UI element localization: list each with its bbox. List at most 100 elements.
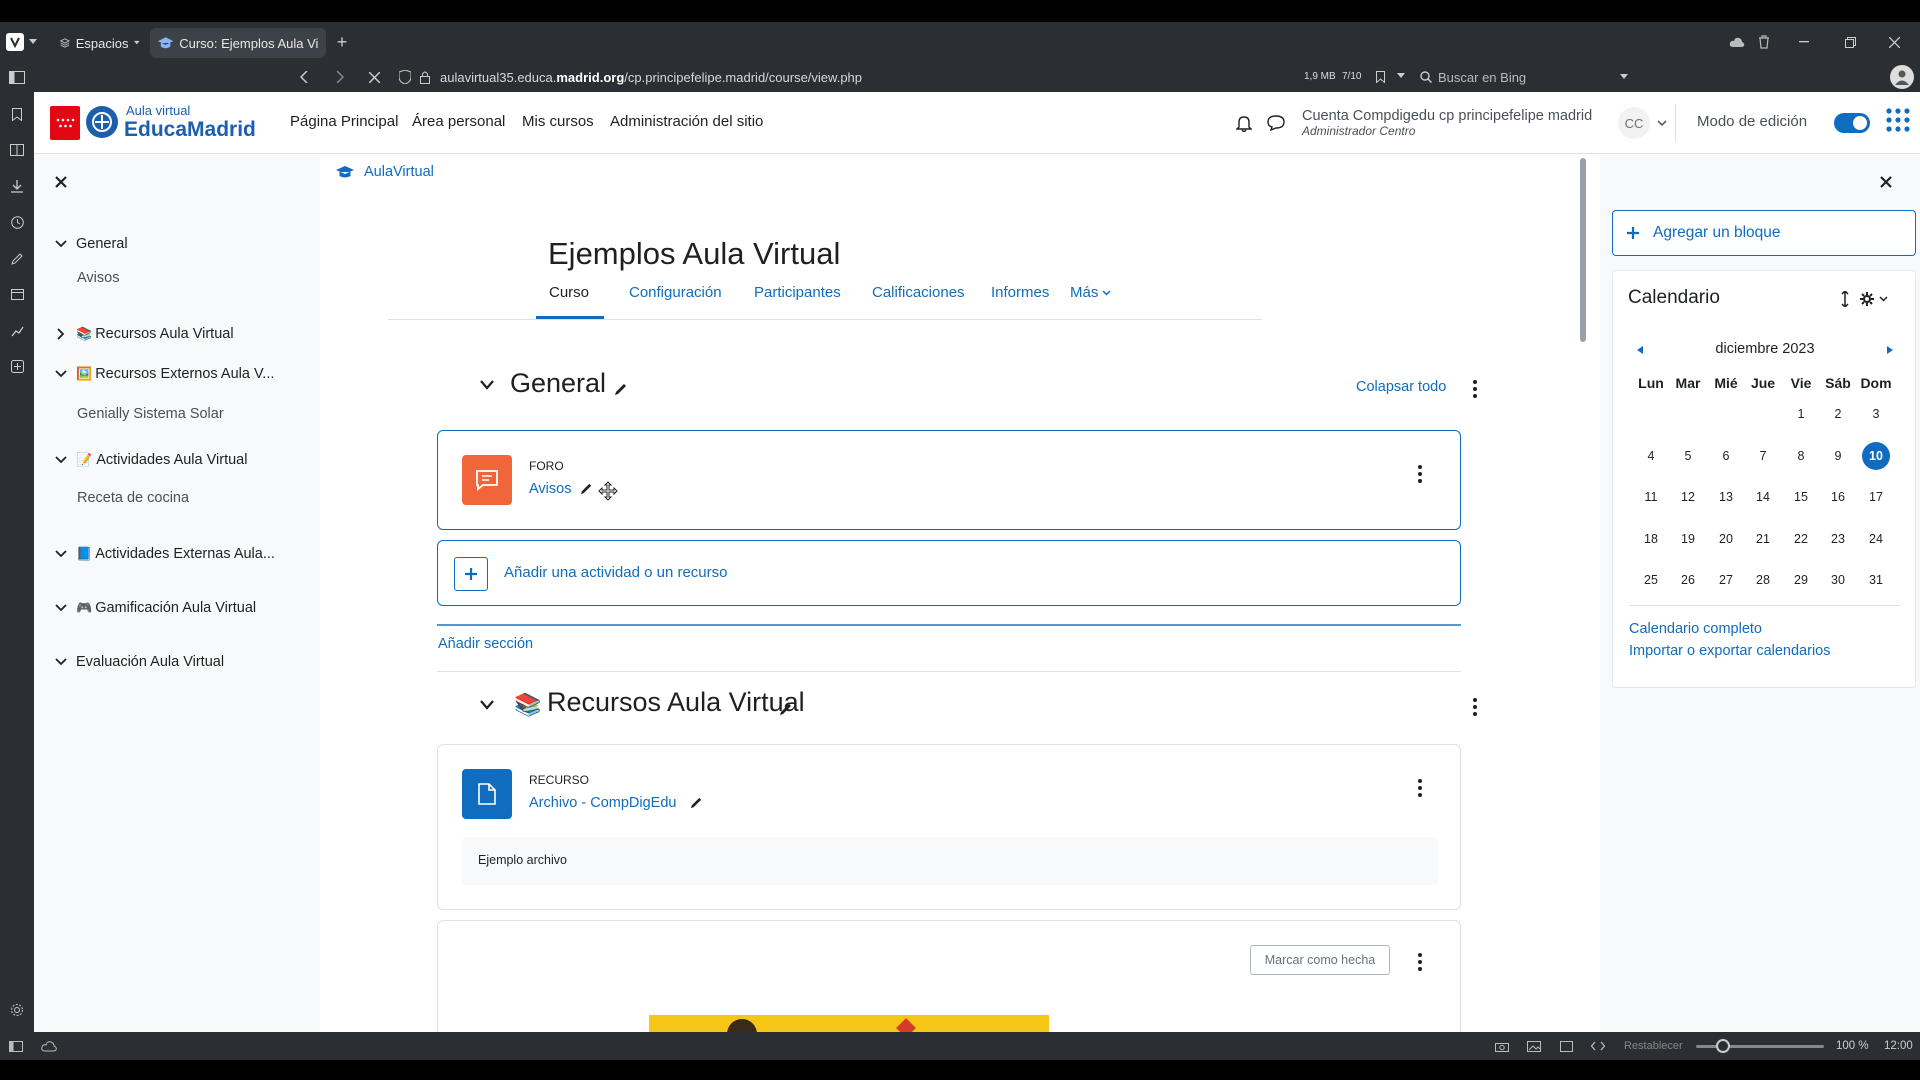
bookmark-icon[interactable]: [1374, 69, 1386, 85]
minimize-icon[interactable]: [1796, 34, 1812, 50]
import-export-calendars-link[interactable]: Importar o exportar calendarios: [1629, 643, 1831, 659]
move-cursor-icon[interactable]: [598, 481, 618, 501]
close-block-drawer-icon[interactable]: [1880, 176, 1892, 188]
calendar-day-today[interactable]: 10: [1862, 442, 1890, 470]
close-window-icon[interactable]: [1886, 34, 1902, 50]
calendar-day[interactable]: 25: [1633, 573, 1669, 587]
section-menu-kebab-icon[interactable]: [1472, 380, 1478, 398]
nav-site-admin-link[interactable]: Administración del sitio: [610, 113, 763, 130]
edit-pencil-icon[interactable]: [614, 382, 628, 396]
zoom-reset-label[interactable]: Restablecer: [1624, 1040, 1683, 1052]
collapse-section-chevron-icon[interactable]: [480, 700, 494, 710]
collapse-section-chevron-icon[interactable]: [480, 380, 494, 390]
calendar-day[interactable]: 20: [1708, 532, 1744, 546]
downloads-icon[interactable]: [9, 178, 25, 194]
calendar-day[interactable]: 29: [1783, 573, 1819, 587]
messages-icon[interactable]: [1267, 115, 1285, 131]
user-menu-chevron-icon[interactable]: [1657, 120, 1667, 127]
calendar-day[interactable]: 30: [1820, 573, 1856, 587]
resource-menu-kebab-icon[interactable]: [1417, 779, 1423, 797]
user-info-text[interactable]: Cuenta Compdigedu cp principefelipe madr…: [1302, 108, 1592, 138]
next-month-icon[interactable]: [1885, 345, 1895, 355]
calendar-day[interactable]: 28: [1745, 573, 1781, 587]
section-menu-kebab-icon[interactable]: [1472, 698, 1478, 716]
activity-menu-kebab-icon[interactable]: [1417, 953, 1423, 971]
zoom-slider-handle[interactable]: [1716, 1039, 1730, 1053]
back-icon[interactable]: [296, 69, 312, 85]
notifications-bell-icon[interactable]: [1236, 114, 1252, 132]
ci-section-recursos-externos[interactable]: 🖼️ Recursos Externos Aula V...: [54, 366, 274, 382]
cloud-icon[interactable]: [1728, 34, 1746, 50]
tab-mas[interactable]: Más: [1070, 284, 1111, 301]
vivaldi-logo-icon[interactable]: [6, 33, 24, 51]
calendar-day[interactable]: 21: [1745, 532, 1781, 546]
url-text[interactable]: aulavirtual35.educa.madrid.org/cp.princi…: [440, 70, 862, 85]
feeds-icon[interactable]: [9, 322, 25, 338]
calendar-day[interactable]: 4: [1633, 449, 1669, 463]
new-tab-plus-icon[interactable]: +: [334, 32, 350, 52]
breadcrumb-aulavirtual-link[interactable]: AulaVirtual: [364, 164, 434, 180]
calendar-day[interactable]: 22: [1783, 532, 1819, 546]
calendar-day[interactable]: 23: [1820, 532, 1856, 546]
ci-activity-receta[interactable]: Receta de cocina: [77, 490, 189, 506]
notes-icon[interactable]: [9, 250, 25, 266]
history-icon[interactable]: [9, 214, 25, 230]
activity-card-forum[interactable]: FORO Avisos: [437, 430, 1461, 530]
panel-toggle-icon[interactable]: [8, 69, 26, 85]
calendar-day[interactable]: 9: [1820, 449, 1856, 463]
panel-toggle-icon[interactable]: [8, 1038, 24, 1054]
activity-card-next[interactable]: Marcar como hecha: [437, 920, 1461, 1032]
calendar-day[interactable]: 7: [1745, 449, 1781, 463]
user-avatar[interactable]: CC: [1618, 107, 1650, 139]
calendar-day[interactable]: 27: [1708, 573, 1744, 587]
block-actions-menu[interactable]: [1859, 291, 1888, 307]
calendar-day[interactable]: 18: [1633, 532, 1669, 546]
comunidad-madrid-logo[interactable]: [50, 106, 80, 140]
lock-icon[interactable]: [418, 69, 432, 85]
ci-section-actividades-externas[interactable]: 📘 Actividades Externas Aula...: [54, 546, 275, 562]
shield-icon[interactable]: [398, 69, 412, 85]
collapse-all-link[interactable]: Colapsar todo: [1356, 379, 1446, 395]
calendar-day[interactable]: 12: [1670, 490, 1706, 504]
tab-course[interactable]: Curso: Ejemplos Aula Virtual: [150, 28, 326, 58]
calendar-day[interactable]: 19: [1670, 532, 1706, 546]
page-actions-code-icon[interactable]: [1590, 1038, 1606, 1054]
ci-section-actividades[interactable]: 📝 Actividades Aula Virtual: [54, 452, 247, 468]
calendar-day[interactable]: 11: [1633, 490, 1669, 504]
calendar-day[interactable]: 24: [1858, 532, 1894, 546]
calendar-day[interactable]: 1: [1783, 407, 1819, 421]
bookmarks-panel-icon[interactable]: [9, 106, 25, 122]
calendar-day[interactable]: 3: [1858, 407, 1894, 421]
move-block-icon[interactable]: [1841, 291, 1849, 307]
menu-chevron-down-icon[interactable]: [28, 35, 38, 49]
tab-calificaciones[interactable]: Calificaciones: [872, 284, 965, 301]
mark-as-done-button[interactable]: Marcar como hecha: [1250, 945, 1390, 975]
educamadrid-logo-text[interactable]: Aula virtual EducaMadrid: [124, 104, 256, 140]
app-grid-icon[interactable]: [1886, 108, 1910, 132]
trash-icon[interactable]: [1756, 34, 1772, 50]
search-field[interactable]: Buscar en Bing: [1420, 67, 1628, 87]
calendar-day[interactable]: 5: [1670, 449, 1706, 463]
add-section-link[interactable]: Añadir sección: [438, 636, 533, 652]
add-block-button[interactable]: Agregar un bloque: [1612, 210, 1916, 256]
nav-dashboard-link[interactable]: Área personal: [412, 113, 505, 130]
activity-card-resource[interactable]: RECURSO Archivo - CompDigEdu Ejemplo arc…: [437, 744, 1461, 910]
workspaces-button[interactable]: Espacios: [52, 28, 148, 58]
ci-section-evaluacion[interactable]: Evaluación Aula Virtual: [54, 654, 224, 670]
calendar-day[interactable]: 26: [1670, 573, 1706, 587]
ci-section-gamificacion[interactable]: 🎮 Gamificación Aula Virtual: [54, 600, 256, 616]
calendar-day[interactable]: 15: [1783, 490, 1819, 504]
capture-camera-icon[interactable]: [1494, 1038, 1510, 1054]
edit-pencil-icon[interactable]: [580, 482, 593, 495]
nav-my-courses-link[interactable]: Mis cursos: [522, 113, 594, 130]
address-dropdown-icon[interactable]: [1396, 71, 1406, 81]
restore-icon[interactable]: [1842, 34, 1858, 50]
calendar-day[interactable]: 17: [1858, 490, 1894, 504]
calendar-day[interactable]: 8: [1783, 449, 1819, 463]
add-web-panel-icon[interactable]: [9, 358, 25, 374]
main-scrollbar-thumb[interactable]: [1580, 158, 1586, 342]
sync-cloud-icon[interactable]: [40, 1038, 58, 1054]
ci-section-general[interactable]: General: [54, 236, 128, 252]
zoom-slider[interactable]: [1696, 1039, 1824, 1053]
close-course-index-icon[interactable]: [55, 176, 67, 188]
